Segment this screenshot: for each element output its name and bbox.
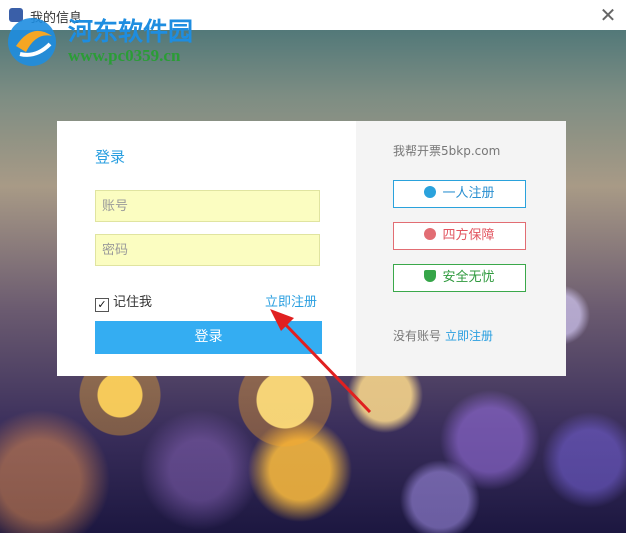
watermark-title: 河东软件园 xyxy=(68,17,194,46)
password-input[interactable] xyxy=(95,234,320,266)
remember-me[interactable]: ✓ 记住我 xyxy=(95,291,152,312)
register-link[interactable]: 立即注册 xyxy=(265,291,317,310)
feature-label: 安全无忧 xyxy=(442,270,495,285)
guarantee-icon xyxy=(424,228,437,240)
login-heading: 登录 xyxy=(95,148,126,166)
login-dialog: 登录 ✓ 记住我 立即注册 登录 我帮开票5bkp.com 一人注册 四方保障 安… xyxy=(57,121,566,376)
remember-checkbox[interactable]: ✓ xyxy=(95,298,109,312)
feature-label: 一人注册 xyxy=(442,186,495,201)
account-input[interactable] xyxy=(95,190,320,222)
no-account-text: 没有账号 xyxy=(393,329,442,343)
no-account-register-link[interactable]: 立即注册 xyxy=(445,329,493,343)
user-icon xyxy=(424,186,437,198)
login-button[interactable]: 登录 xyxy=(95,321,322,354)
promo-panel: 我帮开票5bkp.com 一人注册 四方保障 安全无忧 没有账号 立即注册 xyxy=(356,121,566,376)
close-button[interactable]: ✕ xyxy=(596,3,620,27)
feature-label: 四方保障 xyxy=(442,228,495,243)
feature-safe-secure[interactable]: 安全无忧 xyxy=(393,264,526,292)
shield-icon xyxy=(424,270,437,282)
watermark-logo xyxy=(8,18,56,66)
watermark-url: www.pc0359.cn xyxy=(68,46,181,65)
no-account-prompt: 没有账号 立即注册 xyxy=(393,327,493,344)
feature-four-party-guarantee[interactable]: 四方保障 xyxy=(393,222,526,250)
feature-one-person-register[interactable]: 一人注册 xyxy=(393,180,526,208)
promo-title: 我帮开票5bkp.com xyxy=(393,144,501,158)
remember-label: 记住我 xyxy=(113,295,153,310)
